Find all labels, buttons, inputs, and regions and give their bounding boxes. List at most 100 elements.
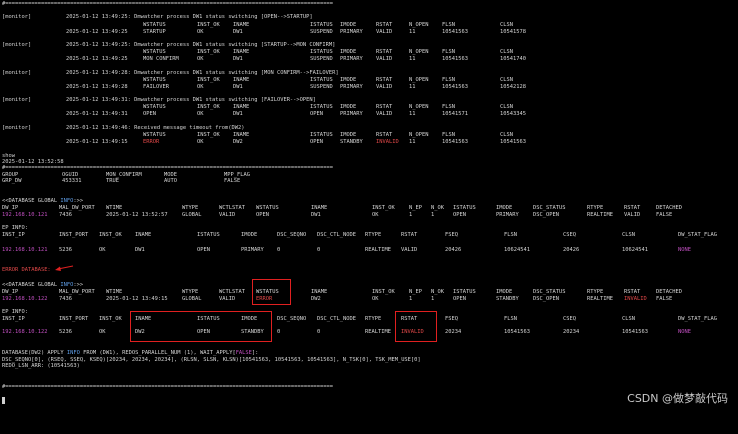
terminal-text: 11 [409, 139, 416, 145]
terminal-text: 10541563 [442, 84, 468, 90]
terminal-text: INAME [233, 49, 250, 55]
monitor-message: [monitor] 2025-01-12 13:49:46: Received … [0, 125, 245, 131]
terminal-text: N_OK [431, 205, 444, 211]
terminal-text: RSTAT [376, 132, 393, 138]
terminal-text: INAME [233, 132, 250, 138]
terminal-text: WTYPE [182, 205, 199, 211]
terminal-text: IMODE [340, 132, 357, 138]
terminal-text: FLSN [442, 22, 455, 28]
terminal-text: INST_OK [372, 205, 395, 211]
terminal-text: 2025-01-12 13:49:31: Dmwatcher process D… [66, 97, 316, 103]
ep-data-row: 192.168.10.122 5236 OK DW2 OPEN STANDBY … [0, 329, 691, 335]
terminal-text: REDO_LSN_ARR: (10541563) [2, 363, 80, 369]
terminal-text: FLSN [442, 104, 455, 110]
terminal-text: OK [197, 29, 204, 35]
terminal-text: PRIMARY [340, 56, 363, 62]
terminal-text: INAME [233, 104, 250, 110]
terminal-text: 2025-01-12 13:49:15 [66, 139, 128, 145]
terminal-text: FLSN [442, 77, 455, 83]
terminal-text: DSC_SEQNO [277, 316, 307, 322]
terminal-text: INST_OK [197, 77, 220, 83]
monitor-message: [monitor] 2025-01-12 13:49:25: Dmwatcher… [0, 42, 335, 48]
terminal-text: :>> [73, 282, 84, 288]
terminal-text: FLSN [442, 132, 455, 138]
terminal-text: FSEQ [445, 316, 458, 322]
terminal-window: #=======================================… [0, 0, 738, 409]
terminal-text: DW_IP [2, 289, 19, 295]
terminal-text: WCTLSTAT [219, 289, 245, 295]
terminal-text: FLSN [504, 316, 517, 322]
terminal-text: IMODE [496, 205, 513, 211]
apply-info-line: DATABASE(DW2) APPLY INFO FROM (DW1), RED… [0, 350, 258, 356]
terminal-text: WSTATUS [143, 77, 166, 83]
terminal-text: INST_PORT [59, 232, 89, 238]
terminal-text: DATABASE(DW2) APPLY [2, 350, 67, 356]
terminal-text: 5236 [59, 247, 72, 253]
terminal-text: WSTATUS [143, 22, 166, 28]
terminal-text: REALTIME [587, 296, 613, 302]
terminal-text: N_OPEN [409, 77, 429, 83]
terminal-text: INST_IP [2, 316, 25, 322]
terminal-text: PRIMARY [340, 29, 363, 35]
terminal-text: FALSE [235, 350, 252, 356]
terminal-text: 2025-01-12 13:49:25: Dmwatcher process D… [66, 14, 313, 20]
terminal-text: [monitor] [2, 14, 32, 20]
terminal-text: CLSN [500, 132, 513, 138]
terminal-text: INFO [60, 282, 74, 288]
terminal-text: INST_PORT [59, 316, 89, 322]
terminal-text: DW1 [233, 84, 243, 90]
terminal-text: INST_IP [2, 232, 25, 238]
terminal-cursor[interactable] [2, 397, 5, 404]
db-global-info-title: <<DATABASE GLOBAL INFO:>> [0, 198, 83, 204]
terminal-text: REALTIME [365, 329, 391, 335]
terminal-text: 1 [431, 296, 435, 302]
terminal-text: [monitor] [2, 125, 32, 131]
terminal-text: CSEQ [563, 232, 576, 238]
terminal-text: WCTLSTAT [219, 205, 245, 211]
terminal-text: DSC_SEQNO [277, 232, 307, 238]
terminal-text: GRP_DW [2, 178, 22, 184]
terminal-text: [monitor] [2, 70, 32, 76]
terminal-text: SUSPEND [310, 29, 333, 35]
terminal-text: 11 [409, 111, 416, 117]
terminal-text: OK [372, 296, 379, 302]
terminal-text: 5236 [59, 329, 72, 335]
terminal-text: 10624541 [622, 247, 648, 253]
terminal-text: INAME [311, 205, 328, 211]
terminal-text: DSC_OPEN [533, 212, 559, 218]
terminal-text: WSTATUS [143, 49, 166, 55]
terminal-text: :>> [73, 198, 84, 204]
db-global-header-row: DW_IP MAL_DW_PORT WTIME WTYPE WCTLSTAT W… [0, 205, 682, 211]
terminal-text: DW_IP [2, 205, 19, 211]
terminal-text: N_OPEN [409, 49, 429, 55]
terminal-text: 10541563 [622, 329, 648, 335]
terminal-text: VALID [219, 212, 236, 218]
terminal-text: VALID [376, 29, 393, 35]
terminal-text: OPEN [453, 212, 466, 218]
terminal-text: #=======================================… [2, 165, 334, 171]
terminal-text: WSTATUS [143, 132, 166, 138]
terminal-text: 10541578 [500, 29, 526, 35]
terminal-text: INST_OK [99, 316, 122, 322]
terminal-text: CLSN [500, 104, 513, 110]
terminal-text: 10541571 [442, 111, 468, 117]
monitor-data-row: 2025-01-12 13:49:25 MON CONFIRM OK DW1 S… [0, 56, 526, 62]
wstatus-highlight-box [252, 279, 291, 305]
invalid-status: INVALID [624, 296, 647, 302]
terminal-text: 2025-01-12 13:49:46: Received message ti… [66, 125, 245, 131]
terminal-text: OK [372, 212, 379, 218]
ep-header-row: INST_IP INST_PORT INST_OK INAME ISTATUS … [0, 232, 717, 238]
invalid-status: INVALID [376, 139, 399, 145]
terminal-text: STANDBY [340, 139, 363, 145]
terminal-text: INST_OK [99, 232, 122, 238]
terminal-text: WTIME [106, 205, 123, 211]
terminal-text: INAME [233, 22, 250, 28]
terminal-text: N_OPEN [409, 104, 429, 110]
terminal-text: 0 [277, 329, 281, 335]
monitor-data-row: 2025-01-12 13:49:28 FAILOVER OK DW1 SUSP… [0, 84, 526, 90]
terminal-text: 10541563 [442, 29, 468, 35]
terminal-text: IMODE [340, 49, 357, 55]
terminal-text: MAL_DW_PORT [59, 289, 95, 295]
terminal-text: N_OK [431, 289, 444, 295]
terminal-text: 0 [277, 247, 281, 253]
